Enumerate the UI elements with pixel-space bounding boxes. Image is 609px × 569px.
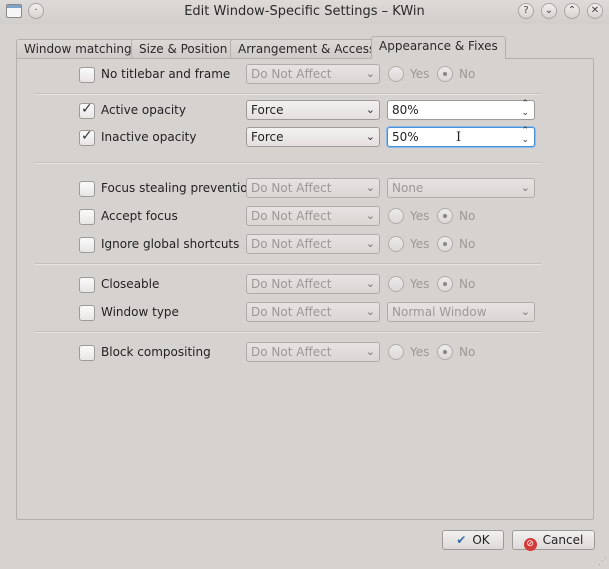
active-opacity-label: Active opacity: [101, 103, 186, 117]
accept-focus-no-radio[interactable]: [437, 208, 453, 224]
accept-focus-no-label: No: [459, 209, 476, 223]
inactive-opacity-checkbox[interactable]: ✓: [79, 128, 95, 146]
block-compositing-yes-label: Yes: [410, 345, 430, 359]
no-titlebar-yes-radio[interactable]: [388, 66, 404, 82]
no-titlebar-no-radio[interactable]: [437, 66, 453, 82]
tab-arrangement-access[interactable]: Arrangement & Access: [230, 39, 384, 59]
cancel-icon: ⊘: [523, 538, 537, 551]
separator: [35, 162, 541, 164]
accept-focus-label: Accept focus: [101, 209, 178, 223]
ignore-shortcuts-no-label: No: [459, 237, 476, 251]
ignore-shortcuts-checkbox[interactable]: ✓: [79, 237, 95, 253]
tab-window-matching[interactable]: Window matching: [16, 39, 140, 59]
title-bar: · Edit Window-Specific Settings – KWin ?…: [0, 0, 609, 24]
tab-size-position[interactable]: Size & Position: [131, 39, 236, 59]
active-opacity-spinbox[interactable]: 80% ⌃ ⌄: [387, 100, 535, 120]
closeable-yes-radio[interactable]: [388, 276, 404, 292]
closeable-no-radio[interactable]: [437, 276, 453, 292]
block-compositing-checkbox[interactable]: ✓: [79, 345, 95, 361]
inactive-opacity-policy-select[interactable]: Force ⌄: [246, 127, 380, 147]
no-titlebar-checkbox[interactable]: ✓: [79, 67, 95, 83]
close-button[interactable]: ✕: [587, 3, 603, 19]
focus-stealing-label: Focus stealing prevention: [101, 181, 256, 195]
focus-stealing-checkbox[interactable]: ✓: [79, 181, 95, 197]
no-titlebar-yes-label: Yes: [410, 67, 430, 81]
separator: [35, 263, 541, 265]
closeable-policy-select[interactable]: Do Not Affect ⌄: [246, 274, 380, 294]
chevron-down-icon: ⌄: [365, 130, 375, 143]
chevron-down-icon: ⌄: [365, 305, 375, 318]
block-compositing-no-radio[interactable]: [437, 344, 453, 360]
spin-arrows-icon[interactable]: ⌃ ⌄: [521, 127, 529, 145]
cancel-button[interactable]: ⊘ Cancel: [512, 530, 595, 551]
chevron-down-icon: ⌄: [365, 237, 375, 250]
checkmark-icon: ✔: [456, 533, 467, 547]
inactive-opacity-label: Inactive opacity: [101, 130, 197, 144]
separator: [35, 93, 541, 95]
block-compositing-policy-select[interactable]: Do Not Affect ⌄: [246, 342, 380, 362]
window-type-checkbox[interactable]: ✓: [79, 305, 95, 321]
no-titlebar-label: No titlebar and frame: [101, 67, 231, 81]
window-type-policy-select[interactable]: Do Not Affect ⌄: [246, 302, 380, 322]
no-titlebar-policy-select[interactable]: Do Not Affect ⌄: [246, 64, 380, 84]
text-cursor-icon: I: [456, 130, 462, 145]
ignore-shortcuts-policy-select[interactable]: Do Not Affect ⌄: [246, 234, 380, 254]
ignore-shortcuts-label: Ignore global shortcuts: [101, 237, 240, 251]
maximize-button[interactable]: ⌃: [564, 3, 580, 19]
separator: [35, 331, 541, 333]
closeable-checkbox[interactable]: ✓: [79, 277, 95, 293]
check-icon: ✓: [81, 101, 93, 117]
chevron-down-icon: ⌄: [365, 209, 375, 222]
help-button[interactable]: ?: [518, 3, 534, 19]
chevron-down-icon: ⌄: [520, 305, 530, 318]
window-type-label: Window type: [101, 305, 179, 319]
accept-focus-policy-select[interactable]: Do Not Affect ⌄: [246, 206, 380, 226]
ignore-shortcuts-no-radio[interactable]: [437, 236, 453, 252]
block-compositing-label: Block compositing: [101, 345, 211, 359]
focus-stealing-policy-select[interactable]: Do Not Affect ⌄: [246, 178, 380, 198]
accept-focus-yes-radio[interactable]: [388, 208, 404, 224]
chevron-down-icon: ⌄: [365, 181, 375, 194]
accept-focus-checkbox[interactable]: ✓: [79, 209, 95, 225]
window-type-value-select[interactable]: Normal Window ⌄: [387, 302, 535, 322]
ok-button[interactable]: ✔ OK: [442, 530, 504, 550]
minimize-button[interactable]: ⌄: [541, 3, 557, 19]
ok-label: OK: [472, 533, 490, 547]
ignore-shortcuts-yes-radio[interactable]: [388, 236, 404, 252]
cancel-label: Cancel: [542, 533, 584, 547]
ignore-shortcuts-yes-label: Yes: [410, 237, 430, 251]
block-compositing-no-label: No: [459, 345, 476, 359]
chevron-down-icon: ⌄: [365, 103, 375, 116]
chevron-down-icon: ⌄: [365, 67, 375, 80]
chevron-down-icon: ⌄: [365, 345, 375, 358]
tab-appearance-fixes[interactable]: Appearance & Fixes: [371, 36, 506, 59]
no-titlebar-no-label: No: [459, 67, 476, 81]
block-compositing-yes-radio[interactable]: [388, 344, 404, 360]
inactive-opacity-spinbox[interactable]: 50% I ⌃ ⌄: [387, 127, 535, 147]
focus-stealing-level-select[interactable]: None ⌄: [387, 178, 535, 198]
check-icon: ✓: [81, 128, 93, 144]
resize-grip-icon[interactable]: ⋰: [598, 557, 607, 567]
tab-panel: ✓ No titlebar and frame Do Not Affect⌄ Y…: [16, 58, 594, 520]
chevron-down-icon: ⌄: [520, 181, 530, 194]
active-opacity-policy-select[interactable]: Force ⌄: [246, 100, 380, 120]
closeable-yes-label: Yes: [410, 277, 430, 291]
spin-arrows-icon[interactable]: ⌃ ⌄: [521, 100, 529, 118]
closeable-no-label: No: [459, 277, 476, 291]
closeable-label: Closeable: [101, 277, 160, 291]
accept-focus-yes-label: Yes: [410, 209, 430, 223]
active-opacity-checkbox[interactable]: ✓: [79, 101, 95, 119]
chevron-down-icon: ⌄: [365, 277, 375, 290]
